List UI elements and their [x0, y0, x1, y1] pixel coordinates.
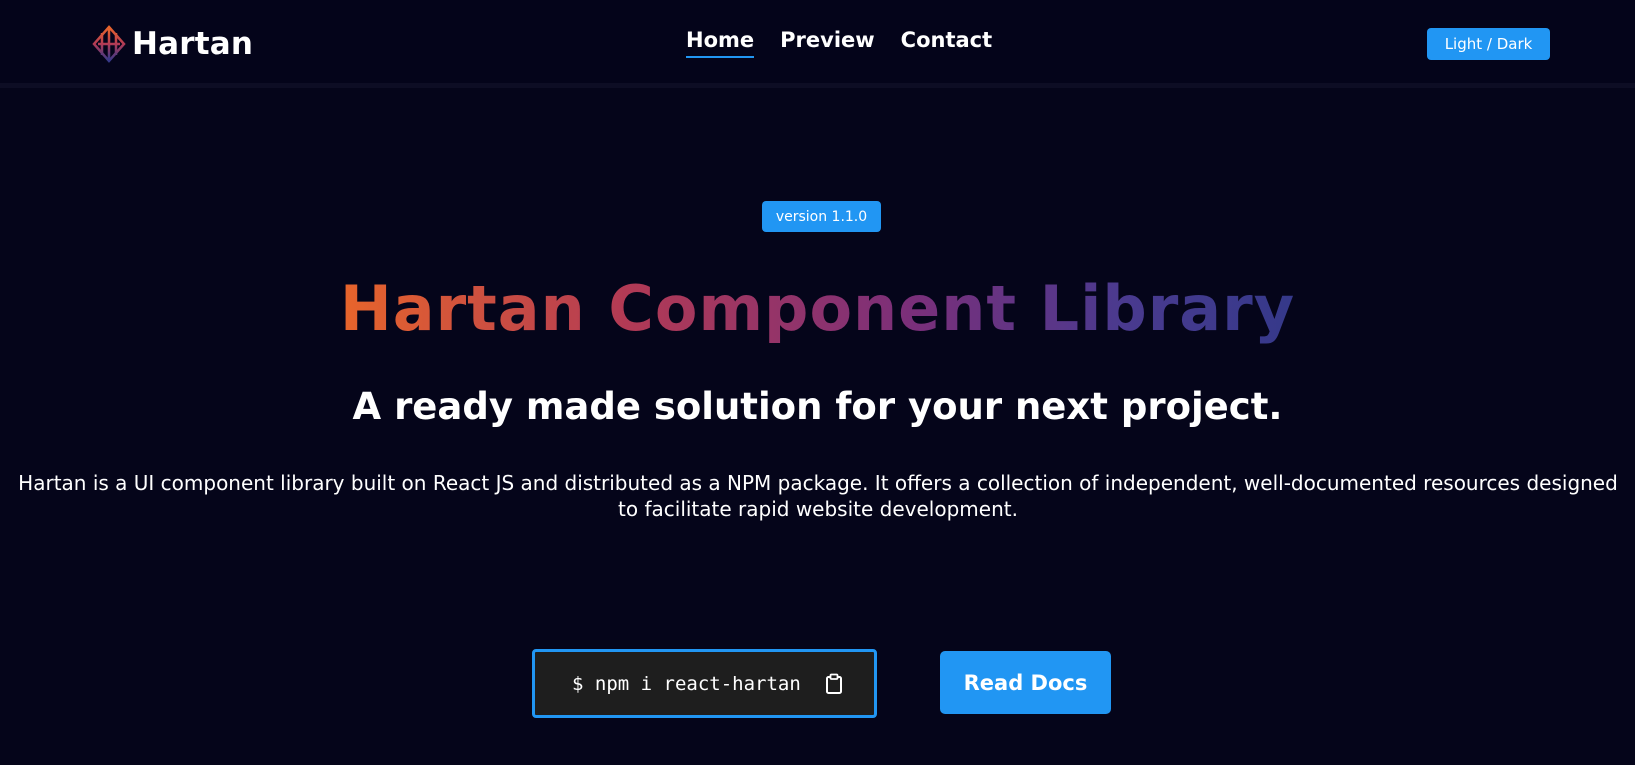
brand-link[interactable]: Hartan [92, 24, 253, 64]
install-command-box: $ npm i react-hartan [532, 649, 877, 718]
nav-links: Home Preview Contact [686, 28, 992, 58]
hero-title-text: Hartan Component Library [339, 272, 1296, 345]
hero-description: Hartan is a UI component library built o… [18, 471, 1618, 521]
nav-contact[interactable]: Contact [901, 28, 993, 56]
brand-name: Hartan [132, 26, 254, 62]
hero-title: Hartan Component Library [0, 271, 1635, 347]
hero-section: version 1.1.0 Hartan Component Library A… [0, 93, 1635, 765]
hero-subtitle: A ready made solution for your next proj… [352, 385, 1283, 428]
version-badge: version 1.1.0 [762, 201, 881, 232]
hartan-logo-icon [92, 25, 126, 63]
read-docs-button[interactable]: Read Docs [940, 651, 1111, 714]
navbar: Hartan Home Preview Contact Light / Dark [0, 0, 1635, 88]
theme-toggle-button[interactable]: Light / Dark [1427, 28, 1550, 60]
nav-home[interactable]: Home [686, 28, 755, 58]
nav-preview[interactable]: Preview [780, 28, 875, 56]
install-command: $ npm i react-hartan [572, 672, 801, 695]
clipboard-icon[interactable] [825, 673, 843, 695]
